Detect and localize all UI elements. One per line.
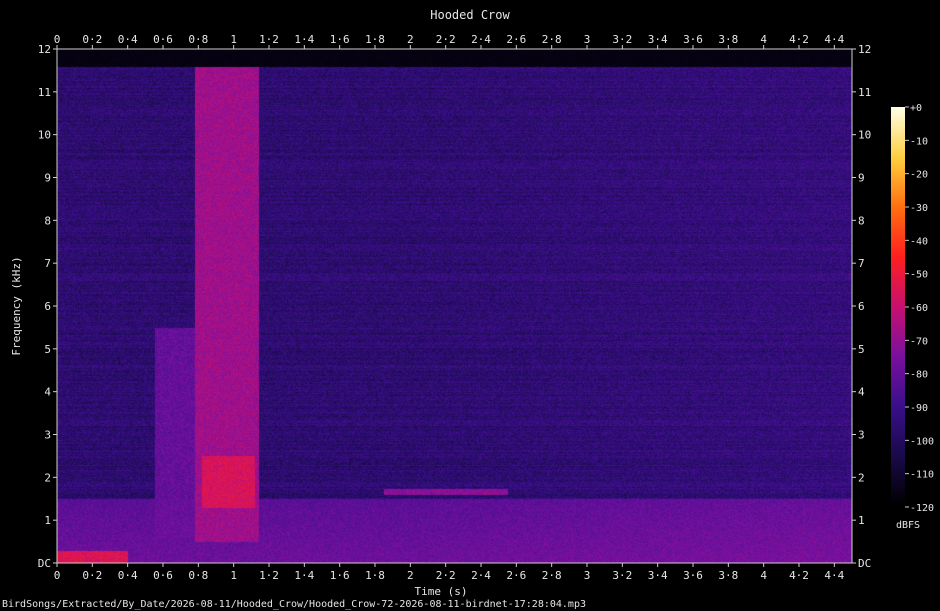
x-tick-label-bottom: 1·6 — [330, 569, 350, 582]
x-tick-label-top: 0 — [54, 33, 61, 46]
y-tick-label-right: 10 — [858, 129, 871, 142]
y-tick-label-left: 1 — [44, 514, 51, 527]
x-tick-label-bottom: 1·4 — [294, 569, 314, 582]
x-tick-label-bottom: 3·4 — [648, 569, 668, 582]
spectrogram-figure: Hooded Crow 0 0·2 0·4 0·6 0·8 1 1·2 1·4 1·6 1·8 2 2… — [0, 0, 940, 611]
x-tick-label-bottom: 0 — [54, 569, 61, 582]
x-tick-label-top: 2·2 — [436, 33, 456, 46]
x-tick-label-top: 2·8 — [542, 33, 562, 46]
x-tick-label-top: 3 — [584, 33, 591, 46]
y-tick-label-right: 6 — [858, 300, 865, 313]
x-tick-label-top: 4·2 — [789, 33, 809, 46]
x-tick-label-bottom: 3·6 — [683, 569, 703, 582]
colorbar-tick-label: -50 — [910, 270, 928, 281]
x-tick-label-top: 0·6 — [153, 33, 173, 46]
x-tick-label-bottom: 4·2 — [789, 569, 809, 582]
x-tick-label-bottom: 4 — [760, 569, 767, 582]
y-tick-label-right: DC — [858, 557, 871, 570]
x-tick-label-bottom: 0·8 — [188, 569, 208, 582]
x-tick-label-top: 0·4 — [118, 33, 138, 46]
x-tick-label-top: 1·4 — [294, 33, 314, 46]
colorbar-tick-label: -30 — [910, 203, 928, 214]
y-tick-label-left: 11 — [38, 86, 51, 99]
y-tick-label-left: 7 — [44, 257, 51, 270]
y-tick-label-left: 9 — [44, 172, 51, 185]
colorbar-tick-label: -120 — [910, 503, 934, 514]
x-tick-label-bottom: 2·2 — [436, 569, 456, 582]
y-tick-label-right: 12 — [858, 43, 871, 56]
x-tick-label-bottom: 1·8 — [365, 569, 385, 582]
y-axis-right: DC123456789101112 — [852, 43, 871, 570]
colorbar-axis: +0 -10 -20 -30 -40 -50 -60 -70 -80 -90 -100 -110 -12… — [905, 103, 934, 514]
x-tick-label-top: 1·6 — [330, 33, 350, 46]
y-tick-label-right: 3 — [858, 429, 865, 442]
colorbar-label: dBFS — [896, 520, 920, 531]
x-tick-label-bottom: 3 — [584, 569, 591, 582]
x-tick-label-top: 2·4 — [471, 33, 491, 46]
y-tick-label-right: 2 — [858, 471, 865, 484]
x-tick-label-bottom: 0·6 — [153, 569, 173, 582]
colorbar-tick-label: -70 — [910, 336, 928, 347]
file-path: BirdSongs/Extracted/By_Date/2026-08-11/H… — [2, 599, 586, 610]
x-tick-label-top: 3·2 — [612, 33, 632, 46]
colorbar-tick-label: -60 — [910, 303, 928, 314]
y-tick-label-left: 10 — [38, 129, 51, 142]
x-tick-label-top: 3·4 — [648, 33, 668, 46]
colorbar-tick-label: -10 — [910, 136, 928, 147]
y-tick-label-right: 8 — [858, 214, 865, 227]
y-tick-label-left: 5 — [44, 343, 51, 356]
y-tick-label-right: 1 — [858, 514, 865, 527]
x-tick-label-bottom: 2·8 — [542, 569, 562, 582]
y-tick-label-left: 12 — [38, 43, 51, 56]
y-tick-label-right: 7 — [858, 257, 865, 270]
colorbar-tick-label: -40 — [910, 236, 928, 247]
colorbar-tick-label: -110 — [910, 470, 934, 481]
x-tick-label-bottom: 3·2 — [612, 569, 632, 582]
x-tick-label-top: 3·8 — [718, 33, 738, 46]
y-tick-label-right: 5 — [858, 343, 865, 356]
y-tick-label-left: 8 — [44, 214, 51, 227]
x-axis-bottom: 0 0·2 0·4 0·6 0·8 1 1·2 1·4 1·6 1·8 2 2·2 2·4 2·6 2·8 3… — [54, 563, 845, 582]
x-tick-label-top: 2 — [407, 33, 414, 46]
y-tick-label-right: 11 — [858, 86, 871, 99]
x-tick-label-top: 2·6 — [506, 33, 526, 46]
colorbar-tick-label: -90 — [910, 403, 928, 414]
x-tick-label-top: 3·6 — [683, 33, 703, 46]
x-tick-label-top: 4·4 — [824, 33, 844, 46]
x-tick-label-bottom: 2·6 — [506, 569, 526, 582]
x-tick-label-top: 0·2 — [82, 33, 102, 46]
y-tick-label-left: 2 — [44, 471, 51, 484]
x-tick-label-bottom: 4·4 — [824, 569, 844, 582]
x-tick-label-top: 1 — [230, 33, 237, 46]
plot-frame — [56, 48, 853, 564]
x-tick-label-bottom: 2·4 — [471, 569, 491, 582]
colorbar-tick-label: -20 — [910, 170, 928, 181]
x-tick-label-top: 4 — [760, 33, 767, 46]
x-tick-label-bottom: 1 — [230, 569, 237, 582]
x-tick-label-top: 0·8 — [188, 33, 208, 46]
x-tick-label-bottom: 1·2 — [259, 569, 279, 582]
y-tick-label-left: DC — [38, 557, 51, 570]
y-axis-label: Frequency (kHz) — [10, 256, 23, 355]
x-tick-label-bottom: 0·2 — [82, 569, 102, 582]
x-tick-label-bottom: 3·8 — [718, 569, 738, 582]
colorbar-tick-label: -100 — [910, 436, 934, 447]
y-tick-label-left: 3 — [44, 429, 51, 442]
y-tick-label-right: 9 — [858, 172, 865, 185]
y-tick-label-left: 4 — [44, 386, 51, 399]
y-tick-label-left: 6 — [44, 300, 51, 313]
chart-overlay: Hooded Crow 0 0·2 0·4 0·6 0·8 1 1·2 1·4 1·6 1·8 2 2… — [2, 8, 934, 610]
x-tick-label-top: 1·8 — [365, 33, 385, 46]
x-axis-top: 0 0·2 0·4 0·6 0·8 1 1·2 1·4 1·6 1·8 2 2·2 2·4 2·6 2·8 3… — [54, 33, 845, 49]
colorbar-tick-label: -80 — [910, 370, 928, 381]
x-tick-label-bottom: 2 — [407, 569, 414, 582]
x-axis-label: Time (s) — [415, 585, 468, 598]
y-axis-left: DC123456789101112 — [38, 43, 57, 570]
x-tick-label-top: 1·2 — [259, 33, 279, 46]
y-tick-label-right: 4 — [858, 386, 865, 399]
colorbar-tick-label: +0 — [910, 103, 922, 114]
chart-title: Hooded Crow — [430, 8, 510, 22]
x-tick-label-bottom: 0·4 — [118, 569, 138, 582]
